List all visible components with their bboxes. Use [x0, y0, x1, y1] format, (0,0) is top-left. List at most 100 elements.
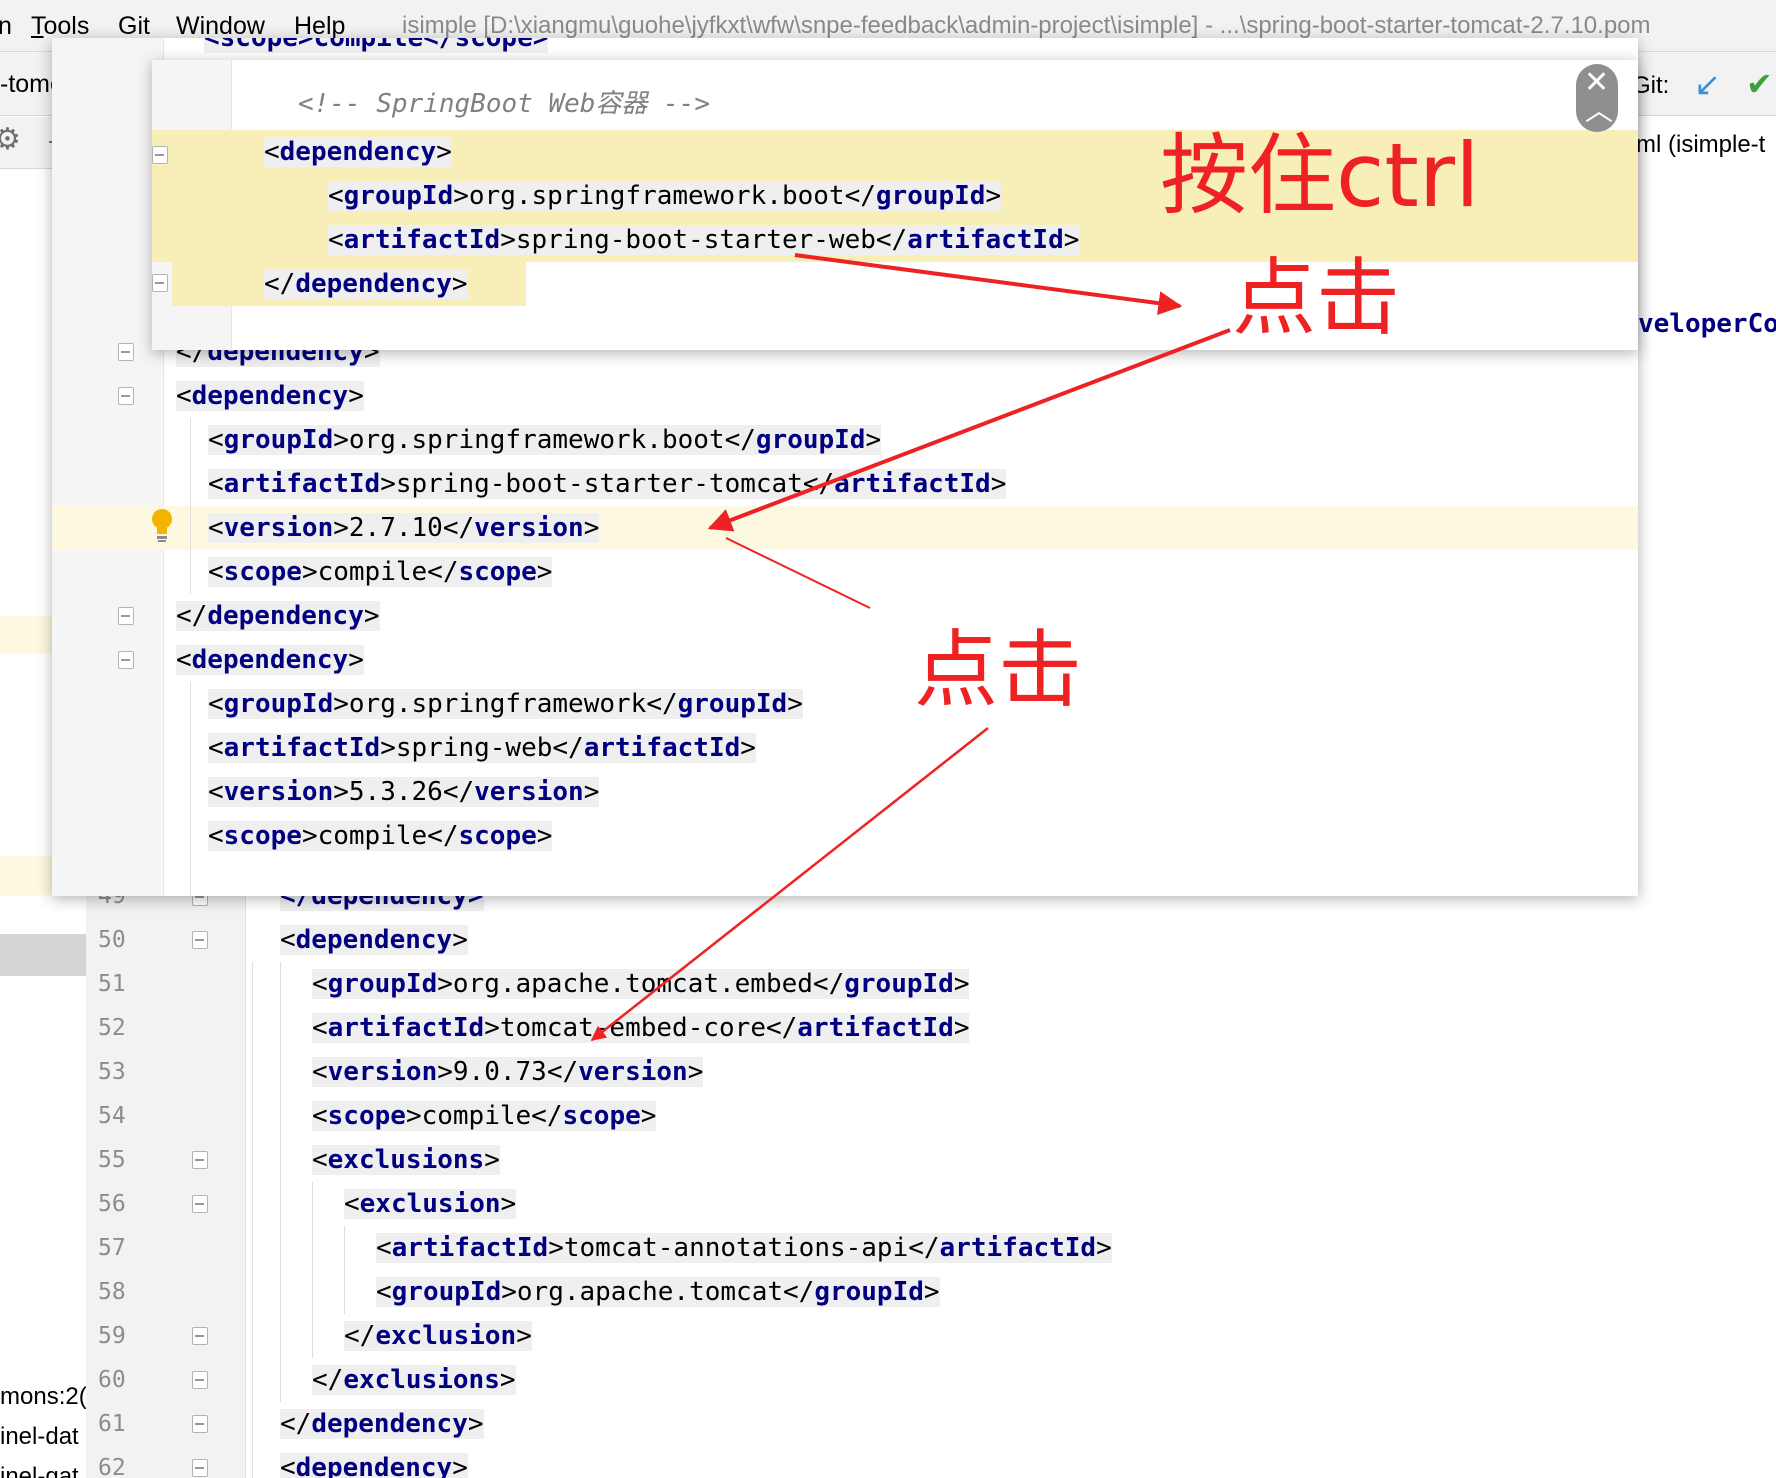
opening-tag[interactable]: <groupId> [376, 1277, 517, 1307]
git-update-icon[interactable]: ↙ [1694, 64, 1721, 104]
code-line: <scope>compile</scope> [204, 38, 549, 60]
opening-tag[interactable]: <exclusions> [312, 1145, 500, 1175]
lightbulb-icon[interactable] [150, 508, 174, 544]
opening-tag[interactable]: <dependency> [280, 1453, 468, 1478]
fold-icon[interactable] [118, 343, 134, 361]
closing-tag[interactable]: </scope> [531, 1101, 657, 1131]
tag-name: dependency [295, 925, 453, 955]
fold-icon[interactable] [192, 1327, 208, 1345]
closing-tag[interactable]: </dependency> [280, 1409, 484, 1439]
closing-tag[interactable]: </exclusion> [344, 1321, 532, 1351]
closing-tag[interactable]: </version> [442, 777, 600, 807]
tag-name: groupId [223, 689, 334, 719]
tag-name: exclusion [359, 1189, 501, 1219]
project-tree-item[interactable]: inel-dat [0, 1418, 86, 1456]
tag-name: groupId [343, 181, 454, 211]
tag-name: version [474, 777, 584, 807]
code-line: <!-- SpringBoot Web容器 --> [298, 82, 710, 126]
indent-guide [344, 1226, 345, 1314]
closing-tag[interactable]: </groupId> [783, 1277, 940, 1307]
closing-tag[interactable]: </scope> [427, 821, 553, 851]
opening-tag[interactable]: <scope> [312, 1101, 422, 1131]
code-line: <version>2.7.10</version> [208, 506, 600, 550]
tag-name: dependency [279, 137, 437, 167]
line-number: 61 [98, 1411, 126, 1437]
closing-tag[interactable]: </dependency> [264, 269, 468, 299]
fold-icon[interactable] [152, 274, 168, 292]
fold-icon[interactable] [192, 1371, 208, 1389]
fold-icon[interactable] [192, 931, 208, 949]
opening-tag[interactable]: <groupId> [328, 181, 469, 211]
code-line: <version>9.0.73</version> [312, 1050, 704, 1094]
code-line: <scope>compile</scope> [312, 1094, 657, 1138]
opening-tag[interactable]: <groupId> [208, 425, 349, 455]
tag-name: version [223, 777, 334, 807]
opening-tag[interactable]: <scope> [208, 557, 318, 587]
closing-tag[interactable]: </artifactId> [765, 1013, 970, 1043]
closing-tag[interactable]: </groupId> [724, 425, 882, 455]
closing-tag[interactable]: </exclusions> [312, 1365, 516, 1395]
closing-tag[interactable]: </artifactId> [908, 1233, 1112, 1263]
tag-name: dependency [191, 645, 349, 675]
annotation-click: 点击 [914, 621, 1083, 719]
fold-icon[interactable] [192, 1459, 208, 1477]
breadcrumb-file: ml (isimple-t [1636, 131, 1766, 158]
code-line: <artifactId>tomcat-annotations-api</arti… [376, 1226, 1112, 1270]
fold-icon[interactable] [192, 1415, 208, 1433]
opening-tag[interactable]: <version> [312, 1057, 453, 1087]
opening-tag[interactable]: <scope> [208, 821, 318, 851]
closing-tag[interactable]: </dependency> [176, 601, 380, 631]
opening-tag[interactable]: <exclusion> [344, 1189, 517, 1219]
closing-tag[interactable]: </groupId> [844, 181, 1002, 211]
opening-tag[interactable]: <dependency> [280, 925, 468, 955]
fold-icon[interactable] [192, 1151, 208, 1169]
tag-name: artifactId [327, 1013, 485, 1043]
fold-icon[interactable] [152, 146, 168, 164]
git-commit-icon[interactable]: ✔ [1746, 64, 1773, 104]
opening-tag[interactable]: <artifactId> [376, 1233, 564, 1263]
fold-icon[interactable] [118, 387, 134, 405]
annotation-click: 点击 [1232, 249, 1401, 347]
closing-tag[interactable]: </version> [546, 1057, 704, 1087]
opening-tag[interactable]: <artifactId> [312, 1013, 500, 1043]
tag-value: org.springframework.boot [348, 425, 725, 455]
code-line: <exclusion> [344, 1182, 517, 1226]
line-number: 51 [98, 971, 126, 997]
closing-tag[interactable]: </version> [442, 513, 600, 543]
opening-tag[interactable]: <dependency> [264, 137, 452, 167]
opening-tag[interactable]: <groupId> [312, 969, 453, 999]
closing-tag[interactable]: </scope> [427, 557, 553, 587]
line-number: 57 [98, 1235, 126, 1261]
fold-icon[interactable] [118, 651, 134, 669]
fold-icon[interactable] [192, 1195, 208, 1213]
popup-close-button[interactable]: ✕ ︿ [1576, 64, 1618, 132]
gear-icon[interactable]: ⚙ [0, 122, 21, 158]
tag-name: version [578, 1057, 688, 1087]
opening-tag[interactable]: <groupId> [208, 689, 349, 719]
menu-item-partial[interactable]: n [0, 0, 12, 52]
tag-value: org.apache.tomcat.embed [452, 969, 813, 999]
closing-tag[interactable]: </groupId> [812, 969, 970, 999]
tag-name: dependency [295, 1453, 453, 1478]
closing-tag[interactable]: </artifactId> [552, 733, 756, 763]
project-tree-item[interactable]: mons:2( [0, 1378, 86, 1416]
opening-tag[interactable]: <version> [208, 777, 349, 807]
opening-tag[interactable]: <artifactId> [328, 225, 516, 255]
closing-tag[interactable]: </artifactId> [875, 225, 1080, 255]
project-tree-item[interactable]: inel-gat [0, 1458, 86, 1478]
opening-tag[interactable]: <version> [208, 513, 349, 543]
opening-tag[interactable]: <dependency> [176, 645, 364, 675]
opening-tag[interactable]: <artifactId> [208, 733, 396, 763]
fold-icon[interactable] [118, 607, 134, 625]
line-number: 62 [98, 1455, 126, 1478]
tag-value: 5.3.26 [348, 777, 443, 807]
code-line: </dependency> [280, 1402, 484, 1446]
opening-tag[interactable]: <artifactId> [208, 469, 396, 499]
project-tree-selection [0, 934, 86, 976]
closing-tag[interactable]: </artifactId> [802, 469, 1007, 499]
code-editor[interactable]: 49 </dependency> <dependency> <groupId>or… [86, 881, 1776, 1478]
tag-value: 9.0.73 [452, 1057, 547, 1087]
line-number: 60 [98, 1367, 126, 1393]
closing-tag[interactable]: </groupId> [646, 689, 803, 719]
opening-tag[interactable]: <dependency> [176, 381, 364, 411]
